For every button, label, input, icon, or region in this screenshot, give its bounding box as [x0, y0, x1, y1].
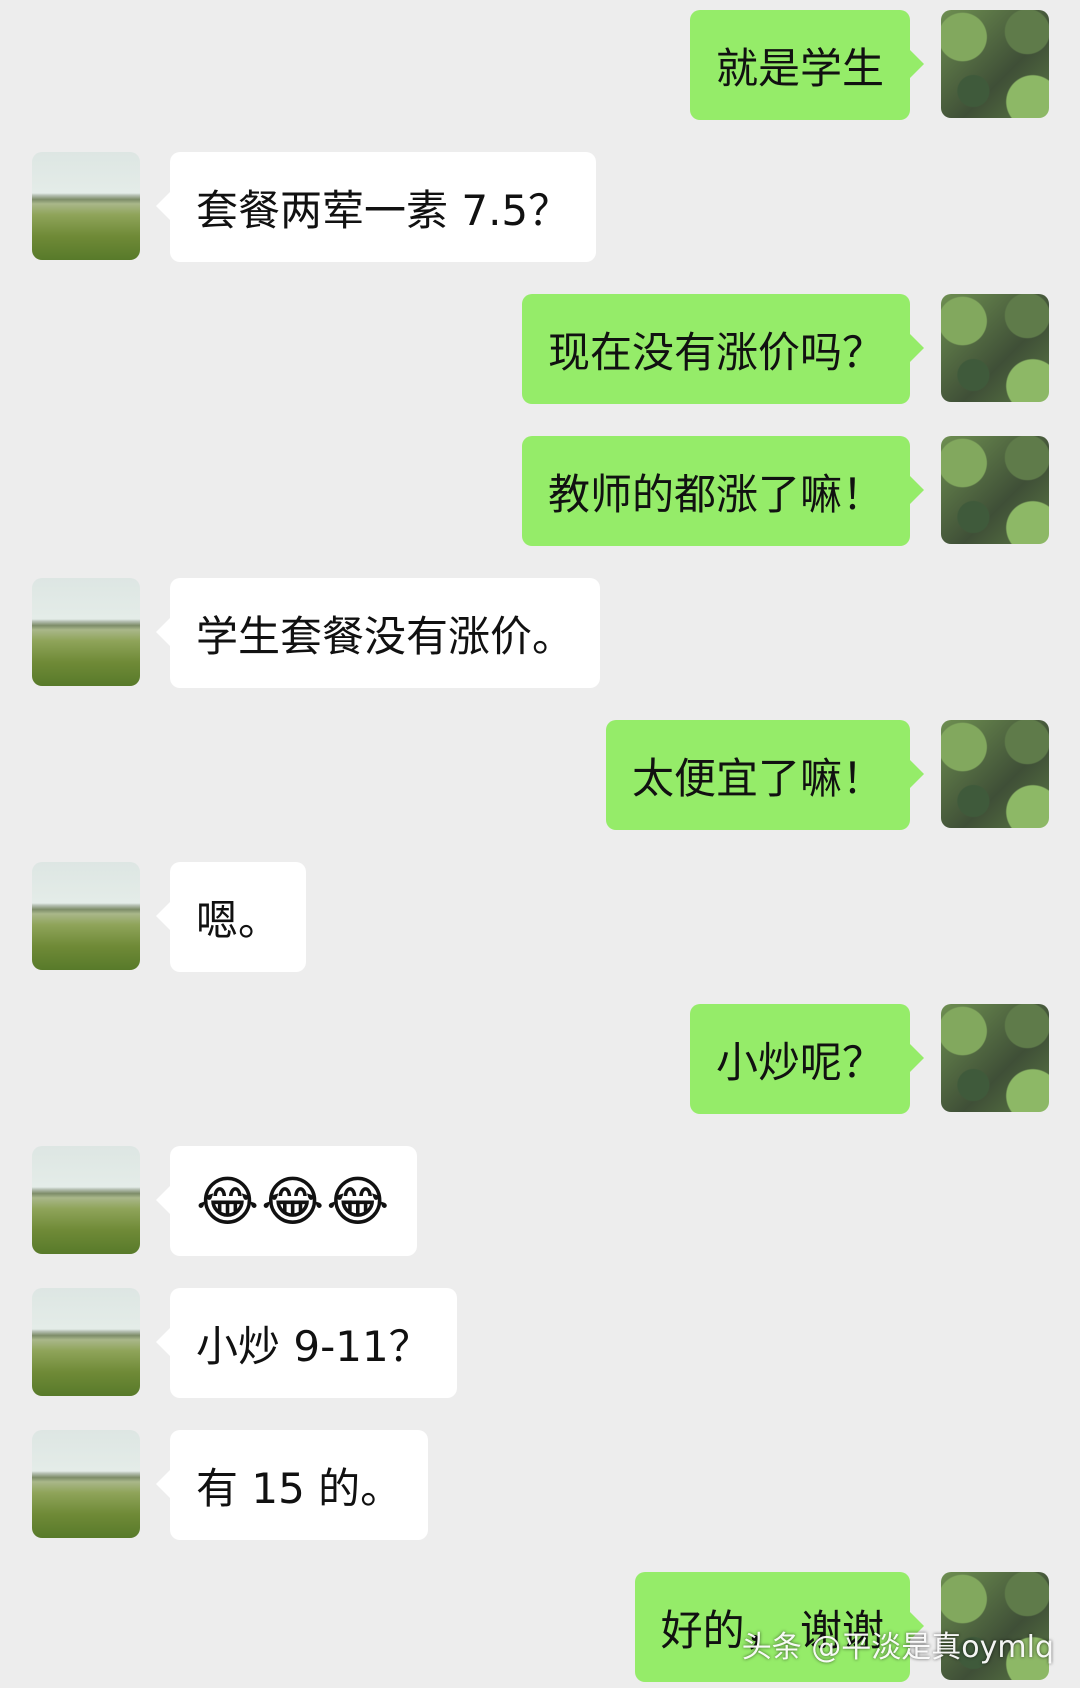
- my-avatar[interactable]: [941, 720, 1049, 828]
- my-avatar[interactable]: [941, 1004, 1049, 1112]
- message-incoming: 😂😂😂: [0, 1146, 1080, 1256]
- my-avatar[interactable]: [941, 436, 1049, 544]
- message-outgoing: 太便宜了嘛！: [0, 720, 1080, 830]
- contact-avatar[interactable]: [32, 1288, 140, 1396]
- contact-avatar[interactable]: [32, 152, 140, 260]
- message-incoming: 有 15 的。: [0, 1430, 1080, 1540]
- message-bubble[interactable]: 小炒呢？: [689, 1004, 925, 1114]
- message-bubble[interactable]: 有 15 的。: [155, 1430, 429, 1540]
- message-bubble[interactable]: 小炒 9-11？: [156, 1288, 457, 1398]
- message-incoming: 学生套餐没有涨价。: [0, 578, 1080, 688]
- message-incoming: 小炒 9-11？: [0, 1288, 1080, 1398]
- message-outgoing: 现在没有涨价吗？: [0, 294, 1080, 404]
- emoji-message-bubble[interactable]: 😂😂😂: [155, 1146, 418, 1256]
- message-outgoing: 小炒呢？: [0, 1004, 1080, 1114]
- my-avatar[interactable]: [941, 10, 1049, 118]
- watermark: 头条 @平淡是真oymlq: [741, 1630, 1054, 1665]
- contact-avatar[interactable]: [32, 1146, 140, 1254]
- contact-avatar[interactable]: [32, 1430, 140, 1538]
- message-bubble[interactable]: 太便宜了嘛！: [605, 720, 925, 830]
- my-avatar[interactable]: [941, 294, 1049, 402]
- message-bubble[interactable]: 就是学生: [689, 10, 925, 120]
- message-incoming: 套餐两荤一素 7.5？: [0, 152, 1080, 262]
- message-bubble[interactable]: 教师的都涨了嘛！: [521, 436, 925, 546]
- message-bubble[interactable]: 学生套餐没有涨价。: [155, 578, 601, 688]
- message-bubble[interactable]: 套餐两荤一素 7.5？: [155, 152, 597, 262]
- contact-avatar[interactable]: [32, 862, 140, 970]
- contact-avatar[interactable]: [32, 578, 140, 686]
- message-incoming: 嗯。: [0, 862, 1080, 972]
- message-bubble[interactable]: 嗯。: [155, 862, 307, 972]
- chat-window: 就是学生 套餐两荤一素 7.5？ 现在没有涨价吗？ 教师的都涨了嘛！ 学生套餐没…: [0, 0, 1080, 1688]
- message-bubble[interactable]: 现在没有涨价吗？: [521, 294, 925, 404]
- message-outgoing: 就是学生: [0, 10, 1080, 120]
- message-outgoing: 教师的都涨了嘛！: [0, 436, 1080, 546]
